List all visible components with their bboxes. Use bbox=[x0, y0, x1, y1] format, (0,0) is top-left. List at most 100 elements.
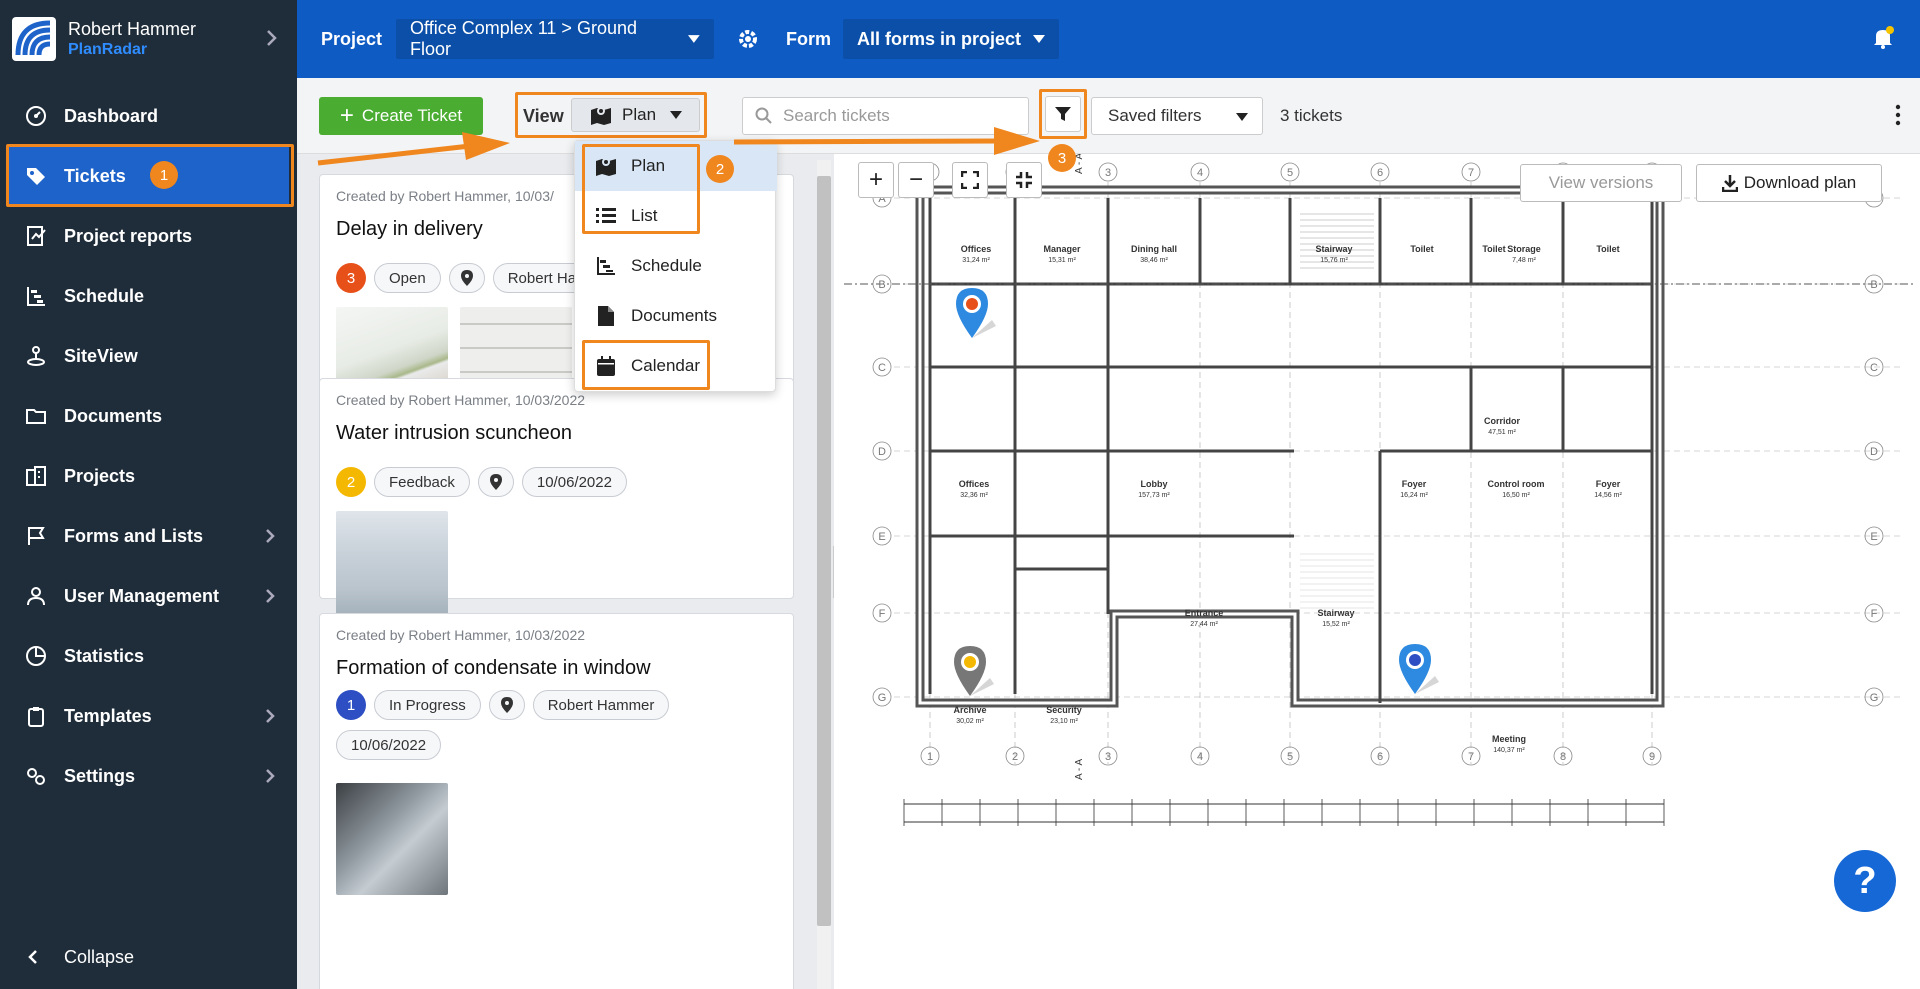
view-option-documents[interactable]: Documents bbox=[575, 291, 777, 341]
priority-badge: 1 bbox=[336, 690, 366, 720]
location-pin-icon[interactable] bbox=[488, 690, 525, 720]
tickets-toolbar: + Create Ticket View Plan Search tickets… bbox=[297, 78, 1920, 154]
sidebar-item-forms-and-lists[interactable]: Forms and Lists bbox=[0, 506, 297, 566]
ticket-meta: Created by Robert Hammer, 10/03/ bbox=[336, 188, 554, 204]
plan-viewer[interactable]: 112233445566778899AABBCCDDEEFFGGOffices3… bbox=[834, 154, 1920, 989]
form-label: Form bbox=[786, 28, 832, 49]
room-area: 32,36 m² bbox=[960, 492, 988, 499]
sidebar-item-schedule[interactable]: Schedule bbox=[0, 266, 297, 326]
fit-screen-button[interactable] bbox=[952, 162, 988, 198]
gear-icon[interactable] bbox=[736, 27, 760, 51]
ticket-card[interactable]: Created by Robert Hammer, 10/03/2022 For… bbox=[319, 613, 794, 989]
help-button[interactable]: ? bbox=[1834, 850, 1896, 912]
grid-row-label: E bbox=[1870, 531, 1877, 543]
project-select[interactable]: Office Complex 11 > Ground Floor bbox=[396, 18, 715, 59]
pie-chart-icon bbox=[24, 644, 48, 668]
project-label: Project bbox=[321, 28, 383, 49]
grid-row-label: B bbox=[878, 279, 885, 291]
chevron-right-icon bbox=[266, 529, 275, 543]
view-versions-button[interactable]: View versions bbox=[1520, 164, 1682, 202]
report-icon bbox=[24, 224, 48, 248]
sidebar-item-dashboard[interactable]: Dashboard bbox=[0, 86, 297, 146]
zoom-out-button[interactable]: − bbox=[898, 162, 934, 198]
plan-list-highlight bbox=[582, 144, 700, 234]
room-area: 157,73 m² bbox=[1138, 492, 1170, 499]
compress-button[interactable] bbox=[1006, 162, 1042, 198]
sidebar-item-project-reports[interactable]: Project reports bbox=[0, 206, 297, 266]
brand-name: PlanRadar bbox=[68, 41, 148, 58]
room-area: 14,56 m² bbox=[1594, 492, 1622, 499]
create-ticket-button[interactable]: + Create Ticket bbox=[319, 97, 483, 135]
list-scrollbar-thumb[interactable] bbox=[817, 176, 831, 926]
room-label: Dining hall bbox=[1131, 244, 1177, 254]
sidebar-item-settings[interactable]: Settings bbox=[0, 746, 297, 806]
view-value: Plan bbox=[622, 105, 657, 124]
grid-column-label: 8 bbox=[1560, 751, 1566, 763]
location-pin-icon[interactable] bbox=[448, 263, 485, 293]
ticket-pin-yellow[interactable] bbox=[950, 644, 1006, 700]
zoom-in-button[interactable]: + bbox=[858, 162, 894, 198]
location-pin-icon[interactable] bbox=[477, 467, 514, 497]
floor-plan-drawing[interactable]: 112233445566778899AABBCCDDEEFFGGOffices3… bbox=[834, 154, 1920, 989]
room-label: Toilet bbox=[1482, 244, 1505, 254]
filter-button[interactable] bbox=[1045, 96, 1081, 132]
map-icon bbox=[591, 107, 611, 125]
ticket-meta: Created by Robert Hammer, 10/03/2022 bbox=[336, 392, 586, 408]
create-ticket-label: Create Ticket bbox=[361, 106, 463, 125]
room-label: Offices bbox=[959, 479, 990, 489]
caret-down-icon bbox=[688, 35, 701, 43]
room-label: Manager bbox=[1043, 244, 1081, 254]
view-option-label: Documents bbox=[631, 306, 717, 325]
notification-bell-icon[interactable] bbox=[1872, 26, 1894, 50]
sidebar-item-statistics[interactable]: Statistics bbox=[0, 626, 297, 686]
ticket-photo-thumbnail[interactable] bbox=[336, 511, 448, 623]
document-icon bbox=[595, 305, 617, 327]
room-area: 31,24 m² bbox=[962, 257, 990, 264]
sidebar-item-documents[interactable]: Documents bbox=[0, 386, 297, 446]
view-option-schedule[interactable]: Schedule bbox=[575, 241, 777, 291]
room-label: Foyer bbox=[1402, 479, 1427, 489]
flag-icon bbox=[24, 524, 48, 548]
ticket-photo-thumbnail[interactable] bbox=[336, 783, 448, 895]
collapse-sidebar-button[interactable]: Collapse bbox=[0, 930, 297, 984]
room-area: 23,10 m² bbox=[1050, 718, 1078, 725]
grid-row-label: E bbox=[878, 531, 885, 543]
room-area: 15,31 m² bbox=[1048, 257, 1076, 264]
search-input[interactable]: Search tickets bbox=[742, 97, 1029, 135]
room-area: 7,48 m² bbox=[1512, 257, 1536, 264]
schedule-icon bbox=[24, 284, 48, 308]
grid-column-label: 9 bbox=[1649, 751, 1655, 763]
compress-icon bbox=[1016, 172, 1032, 188]
grid-row-label: C bbox=[878, 362, 886, 374]
room-area: 27,44 m² bbox=[1190, 621, 1218, 628]
building-icon bbox=[24, 464, 48, 488]
due-date-chip: 10/06/2022 bbox=[521, 467, 627, 497]
more-options-icon[interactable] bbox=[1894, 102, 1902, 128]
saved-filters-select[interactable]: Saved filters bbox=[1091, 97, 1263, 135]
collapse-label: Collapse bbox=[64, 946, 135, 967]
sidebar-item-label: Templates bbox=[64, 705, 152, 726]
download-plan-button[interactable]: Download plan bbox=[1696, 164, 1882, 202]
ticket-title: Delay in delivery bbox=[336, 218, 483, 240]
ticket-pin-blue[interactable] bbox=[1395, 642, 1451, 698]
sidebar-item-projects[interactable]: Projects bbox=[0, 446, 297, 506]
sidebar-item-user-management[interactable]: User Management bbox=[0, 566, 297, 626]
chevron-right-icon bbox=[267, 30, 277, 46]
priority-badge: 3 bbox=[336, 263, 366, 293]
brand-header[interactable]: Robert Hammer PlanRadar bbox=[0, 0, 297, 78]
ticket-pin-red[interactable] bbox=[952, 286, 1008, 342]
view-select[interactable]: Plan bbox=[571, 98, 700, 132]
step-badge-2: 2 bbox=[706, 155, 734, 183]
form-select[interactable]: All forms in project bbox=[843, 19, 1060, 59]
ticket-card[interactable]: Created by Robert Hammer, 10/03/2022 Wat… bbox=[319, 378, 794, 623]
caret-down-icon bbox=[670, 111, 683, 119]
grid-column-label: 5 bbox=[1287, 751, 1293, 763]
grid-column-label: 4 bbox=[1197, 167, 1203, 179]
sidebar-item-templates[interactable]: Templates bbox=[0, 686, 297, 746]
room-area: 16,50 m² bbox=[1502, 492, 1530, 499]
sidebar-item-siteview[interactable]: SiteView bbox=[0, 326, 297, 386]
grid-column-label: 2 bbox=[1012, 751, 1018, 763]
ticket-title: Water intrusion scuncheon bbox=[336, 422, 573, 444]
caret-down-icon bbox=[1236, 113, 1248, 121]
room-area: 140,37 m² bbox=[1493, 747, 1525, 754]
